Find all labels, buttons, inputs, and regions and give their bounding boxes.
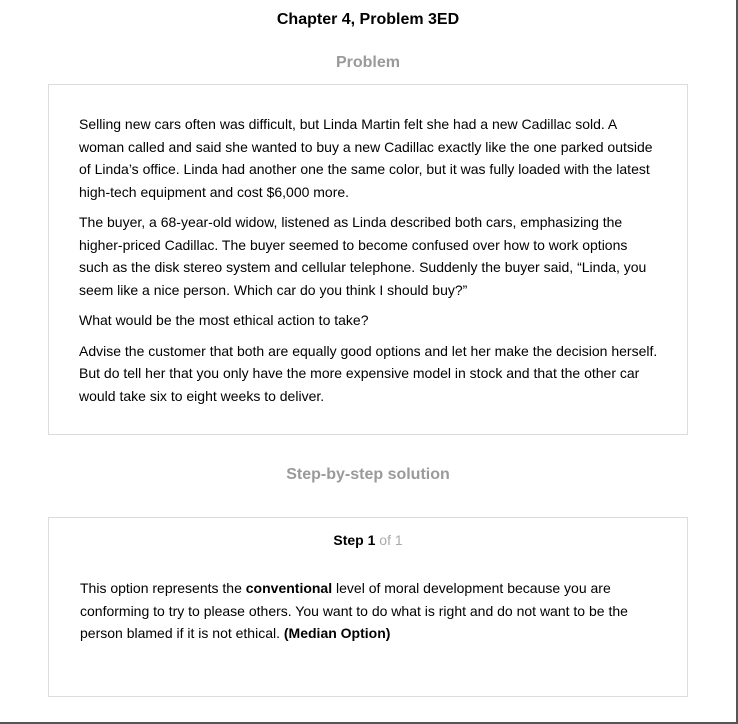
solution-heading: Step-by-step solution [286, 466, 450, 483]
problem-panel: Selling new cars often was difficult, bu… [48, 84, 688, 435]
problem-question: What would be the most ethical action to… [79, 312, 369, 328]
problem-option: Advise the customer that both are equall… [79, 342, 658, 404]
solution-panel: Step 1 of 1 This option represents the c… [48, 517, 688, 697]
solution-option-label: (Median Option) [283, 625, 391, 641]
step-word: Step [333, 532, 364, 548]
solution-emphasis: conventional [245, 580, 333, 596]
solution-text: This option represents the conventional … [80, 577, 660, 645]
page-title: Chapter 4, Problem 3ED [276, 11, 460, 28]
step-total: of 1 [379, 532, 403, 548]
step-number: 1 [367, 532, 376, 548]
problem-paragraph: Selling new cars often was difficult, bu… [79, 116, 653, 200]
problem-paragraph: The buyer, a 68-year-old widow, listened… [79, 214, 647, 298]
problem-heading: Problem [335, 54, 400, 71]
solution-text-part: This option represents the [80, 580, 246, 596]
step-indicator: Step 1 of 1 [49, 532, 687, 548]
